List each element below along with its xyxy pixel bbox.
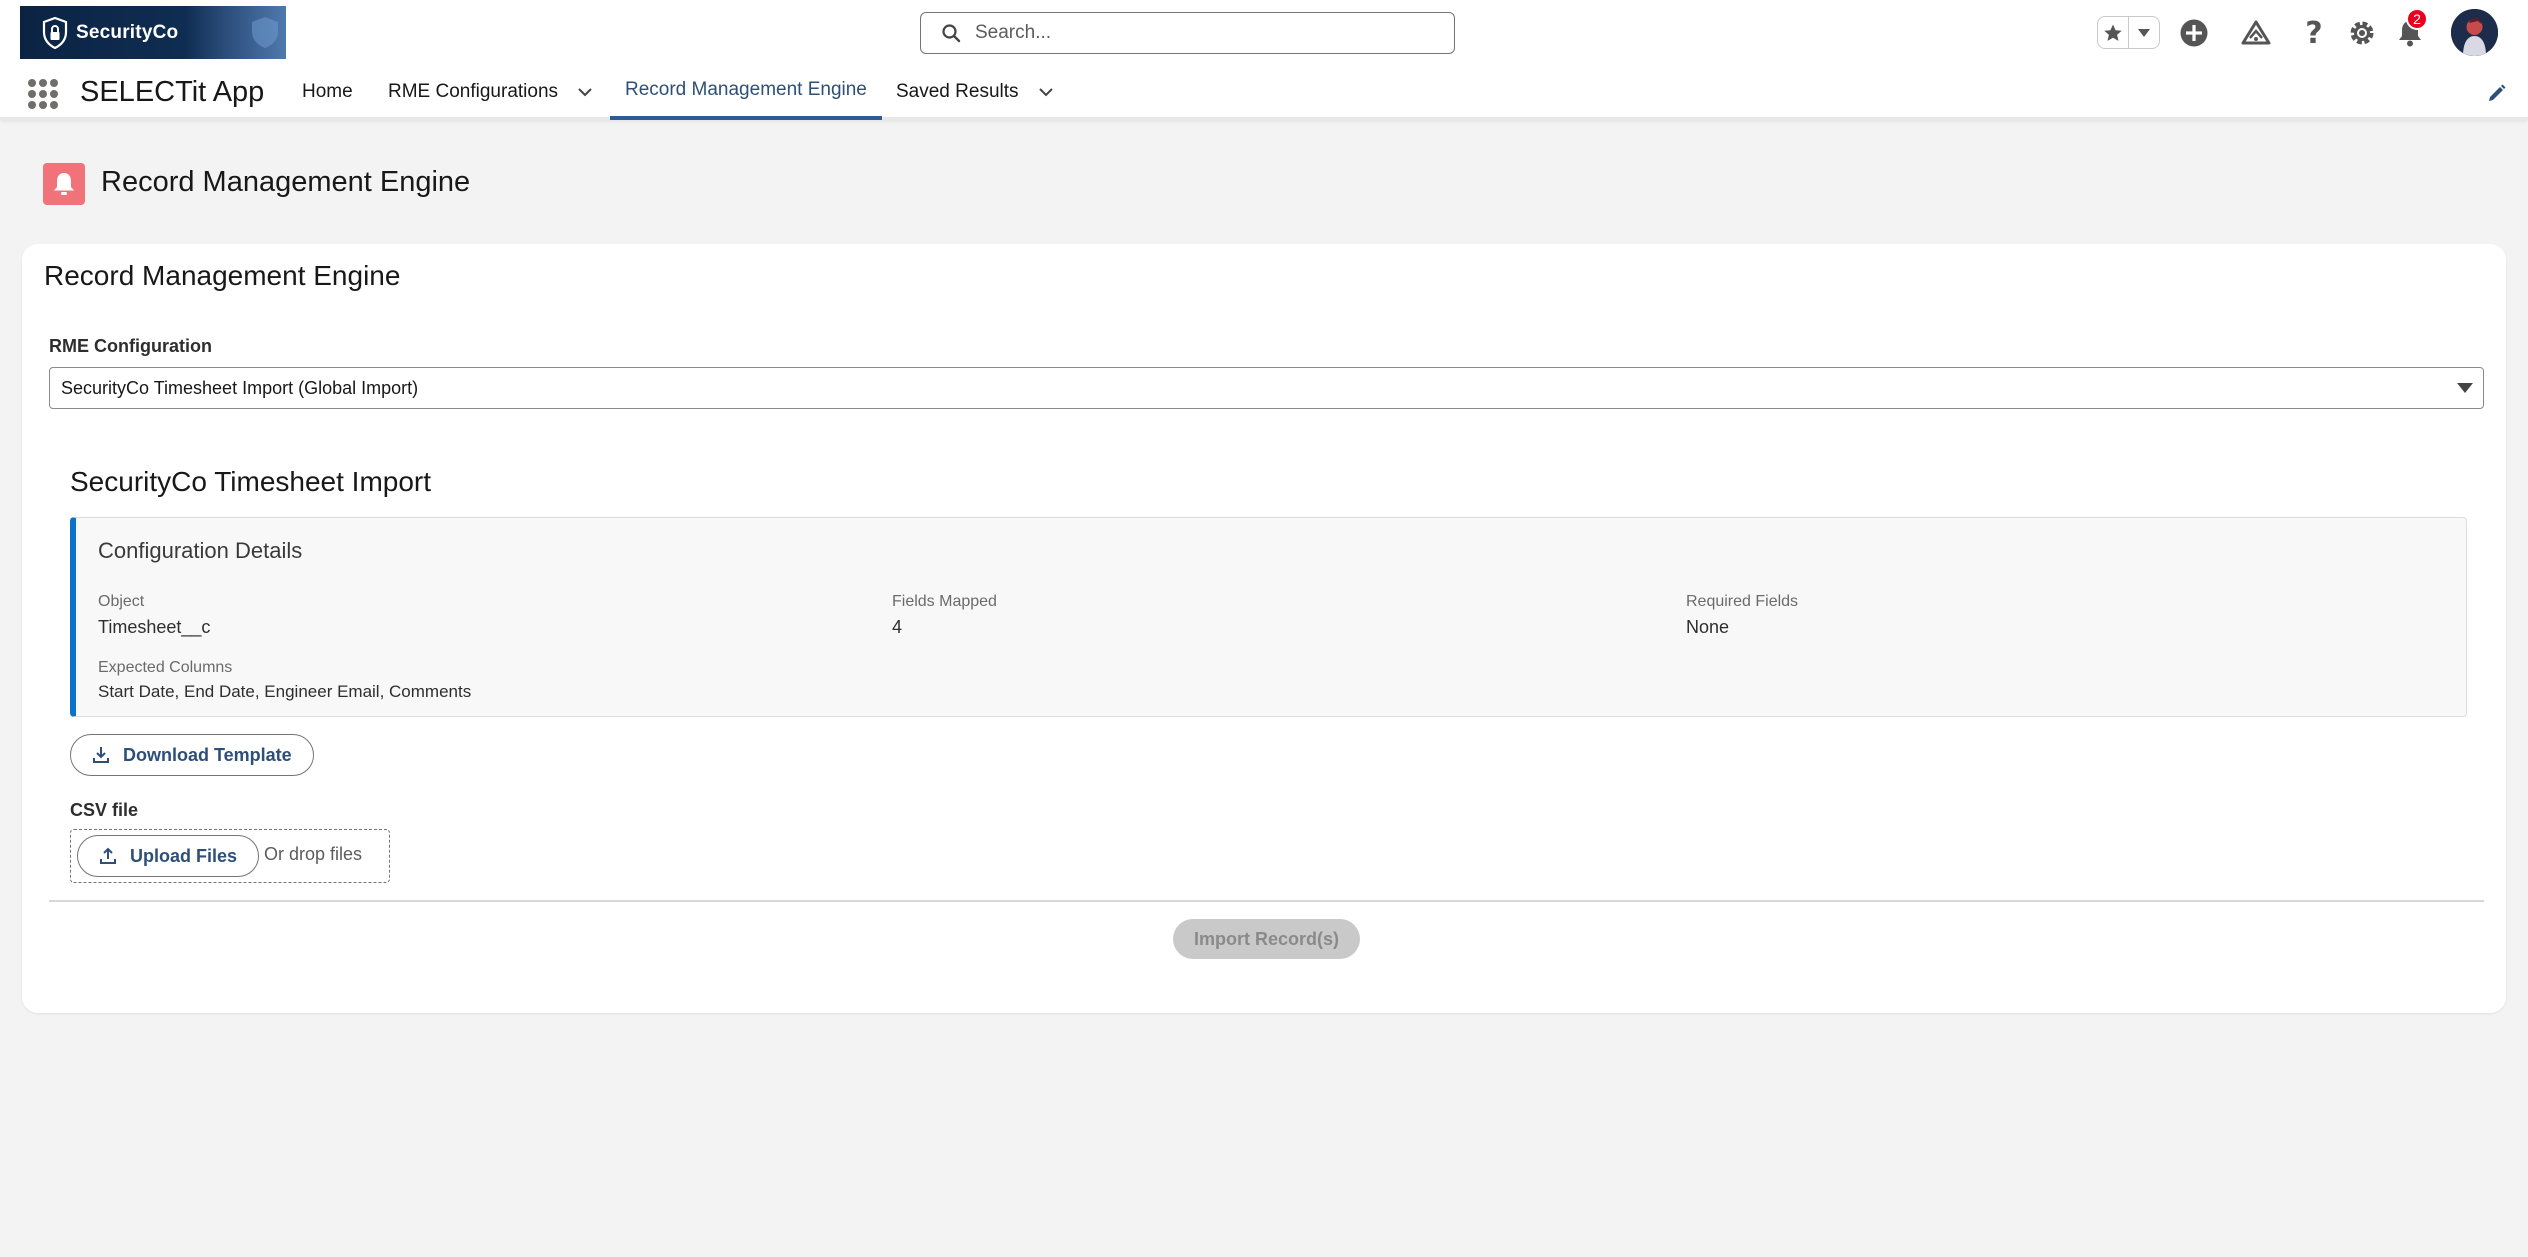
- page-header-icon: [43, 163, 85, 205]
- chevron-down-icon[interactable]: [1037, 83, 1055, 101]
- star-icon[interactable]: [2098, 17, 2129, 48]
- selected-value: SecurityCo Timesheet Import (Global Impo…: [61, 377, 419, 398]
- tab-rme-configurations[interactable]: RME Configurations: [388, 64, 594, 120]
- download-icon: [93, 747, 109, 763]
- tab-label: RME Configurations: [388, 81, 559, 102]
- object-label: Object: [98, 593, 145, 610]
- search-icon: [942, 24, 961, 43]
- favorites-button[interactable]: [2097, 16, 2160, 49]
- app-launcher-icon[interactable]: [28, 79, 58, 109]
- csv-file-label: CSV file: [70, 800, 139, 820]
- download-template-label: Download Template: [123, 744, 292, 765]
- required-fields-label: Required Fields: [1686, 593, 1799, 610]
- configuration-details-title: Configuration Details: [98, 538, 303, 563]
- tab-record-management-engine[interactable]: Record Management Engine: [610, 64, 882, 120]
- tab-saved-results[interactable]: Saved Results: [896, 64, 1055, 120]
- edit-pencil-icon[interactable]: [2486, 82, 2508, 104]
- download-template-button[interactable]: Download Template: [70, 734, 314, 776]
- search-placeholder: Search...: [975, 22, 1052, 43]
- dropdown-caret-icon: [2457, 383, 2473, 393]
- bell-icon: [54, 173, 74, 195]
- upload-files-label: Upload Files: [130, 845, 238, 866]
- drop-files-text: Or drop files: [264, 844, 363, 864]
- upload-files-button[interactable]: Upload Files: [77, 835, 260, 877]
- required-fields-value: None: [1686, 617, 1730, 637]
- fields-mapped-value: 4: [892, 617, 903, 637]
- fields-mapped-label: Fields Mapped: [892, 593, 997, 610]
- search-input[interactable]: Search...: [920, 12, 1455, 54]
- divider: [49, 900, 2484, 902]
- import-records-button[interactable]: Import Record(s): [1173, 919, 1360, 959]
- company-logo[interactable]: SecurityCo: [20, 6, 286, 59]
- tab-label: Record Management Engine: [625, 79, 867, 100]
- record-management-card: Record Management Engine RME Configurati…: [22, 244, 2506, 1013]
- object-value: Timesheet__c: [98, 617, 211, 637]
- import-records-label: Import Record(s): [1193, 928, 1339, 949]
- tab-label: Home: [302, 81, 353, 102]
- tab-label: Saved Results: [896, 81, 1019, 102]
- page-title: Record Management Engine: [101, 166, 471, 198]
- card-title: Record Management Engine: [44, 260, 401, 291]
- tab-home[interactable]: Home: [302, 64, 353, 120]
- upload-icon: [100, 847, 116, 864]
- configuration-details-panel: Configuration Details Object Timesheet__…: [70, 517, 2467, 717]
- app-navigation-bar: SELECTit App Home RME Configurations Rec…: [0, 64, 2528, 120]
- add-icon[interactable]: [2177, 16, 2211, 50]
- expected-columns-label: Expected Columns: [98, 659, 233, 676]
- section-title: SecurityCo Timesheet Import: [70, 466, 432, 497]
- shield-icon: [252, 17, 278, 48]
- trailhead-icon[interactable]: [2239, 16, 2273, 50]
- favorites-dropdown-icon[interactable]: [2129, 28, 2159, 38]
- chevron-down-icon[interactable]: [576, 83, 594, 101]
- notification-badge: 2: [2406, 8, 2428, 30]
- help-icon[interactable]: ?: [2297, 16, 2331, 51]
- rme-configuration-select[interactable]: SecurityCo Timesheet Import (Global Impo…: [49, 367, 2484, 409]
- shield-icon: [42, 16, 68, 49]
- user-avatar[interactable]: [2451, 9, 2498, 56]
- settings-gear-icon[interactable]: [2345, 16, 2379, 50]
- global-header: SecurityCo Search... ? 2: [0, 0, 2528, 64]
- app-name: SELECTit App: [80, 76, 265, 108]
- logo-text: SecurityCo: [76, 21, 179, 43]
- rme-configuration-label: RME Configuration: [49, 336, 212, 356]
- expected-columns-value: Start Date, End Date, Engineer Email, Co…: [98, 682, 472, 701]
